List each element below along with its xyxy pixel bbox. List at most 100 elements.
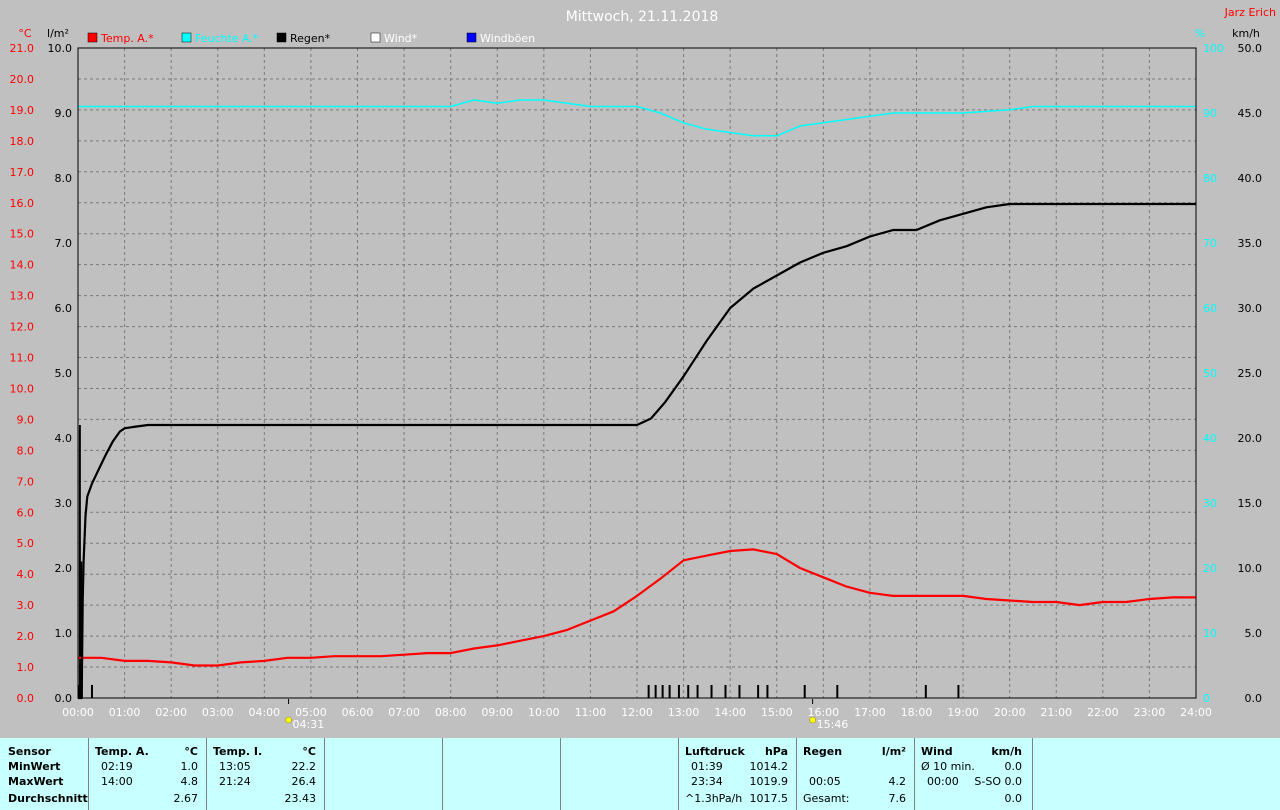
legend-swatch — [181, 32, 192, 43]
temp-tick-label: 0.0 — [17, 692, 35, 705]
panel-separator — [914, 738, 915, 810]
humidity-tick-label: 30 — [1203, 497, 1217, 510]
pressure-header: Luftdruck — [685, 745, 745, 758]
panel-separator — [88, 738, 89, 810]
temp-i-unit: °C — [302, 745, 316, 758]
wind-max-value: S-SO 0.0 — [974, 775, 1022, 788]
wind-tick-label: 50.0 — [1238, 42, 1263, 55]
rain-tick-label: 5.0 — [55, 367, 73, 380]
temp-a-max-value: 4.8 — [180, 775, 199, 788]
temp-tick-label: 17.0 — [10, 166, 35, 179]
legend-label: Temp. A.* — [100, 32, 154, 45]
wind-tick-label: 20.0 — [1238, 432, 1263, 445]
panel-separator — [678, 738, 679, 810]
humidity-tick-label: 40 — [1203, 432, 1217, 445]
temp-tick-label: 2.0 — [17, 630, 35, 643]
temp-a-min-time: 02:19 — [101, 760, 133, 773]
humidity-tick-label: 20 — [1203, 562, 1217, 575]
temp-i-header: Temp. I. — [213, 745, 263, 758]
rain-total-value: 7.6 — [888, 792, 907, 805]
temp-i-max-value: 26.4 — [291, 775, 317, 788]
legend-label: Wind* — [384, 32, 418, 45]
sun-marker-label: 15:46 — [817, 718, 849, 731]
rain-total-label: Gesamt: — [803, 792, 850, 805]
temp-tick-label: 18.0 — [10, 135, 35, 148]
pressure-max-value: 1019.9 — [749, 775, 789, 788]
pressure-trend: ^1.3hPa/h — [685, 792, 743, 805]
rain-tick-label: 7.0 — [55, 237, 73, 250]
temp-i-max-time: 21:24 — [219, 775, 251, 788]
row-label-avg: Durchschnitt — [8, 792, 88, 805]
temp-tick-label: 13.0 — [10, 290, 35, 303]
time-tick-label: 03:00 — [202, 706, 234, 719]
time-tick-label: 10:00 — [528, 706, 560, 719]
wind-tick-label: 0.0 — [1245, 692, 1263, 705]
time-tick-label: 12:00 — [621, 706, 653, 719]
wind-tick-label: 25.0 — [1238, 367, 1263, 380]
wind-unit: km/h — [991, 745, 1022, 758]
temp-tick-label: 10.0 — [10, 382, 35, 395]
temp-a-avg-value: 2.67 — [173, 792, 199, 805]
humidity-tick-label: 10 — [1203, 627, 1217, 640]
wind-tick-label: 5.0 — [1245, 627, 1263, 640]
rain-tick-label: 3.0 — [55, 497, 73, 510]
legend-label: Regen* — [290, 32, 331, 45]
humidity-tick-label: 60 — [1203, 302, 1217, 315]
sunrise-icon — [285, 716, 292, 724]
temp-tick-label: 7.0 — [17, 475, 35, 488]
time-tick-label: 24:00 — [1180, 706, 1212, 719]
pressure-unit: hPa — [764, 745, 788, 758]
legend-label: Windböen — [480, 32, 535, 45]
temp-tick-label: 5.0 — [17, 537, 35, 550]
temp-tick-label: 19.0 — [10, 104, 35, 117]
temp-tick-label: 15.0 — [10, 228, 35, 241]
panel-separator — [324, 738, 325, 810]
row-label-min: MinWert — [8, 760, 61, 773]
time-tick-label: 04:00 — [248, 706, 280, 719]
temp-i-min-value: 22.2 — [291, 760, 317, 773]
wind-tick-label: 15.0 — [1238, 497, 1263, 510]
row-label-max: MaxWert — [8, 775, 64, 788]
rain-axis-unit: l/m² — [47, 27, 69, 40]
temp-i-min-time: 13:05 — [219, 760, 251, 773]
rain-tick-label: 6.0 — [55, 302, 73, 315]
time-tick-label: 22:00 — [1087, 706, 1119, 719]
time-tick-label: 02:00 — [155, 706, 187, 719]
statistics-panel: Sensor MinWert MaxWert Durchschnitt Temp… — [0, 738, 1280, 810]
humidity-tick-label: 50 — [1203, 367, 1217, 380]
time-tick-label: 13:00 — [668, 706, 700, 719]
wind-tick-label: 30.0 — [1238, 302, 1263, 315]
time-tick-label: 11:00 — [575, 706, 607, 719]
temp-a-unit: °C — [184, 745, 198, 758]
chart-title: Mittwoch, 21.11.2018 — [566, 9, 719, 25]
rain-max-value: 4.2 — [888, 775, 907, 788]
time-tick-label: 15:00 — [761, 706, 793, 719]
temp-tick-label: 1.0 — [17, 661, 35, 674]
legend-swatch — [276, 32, 287, 43]
rain-tick-label: 2.0 — [55, 562, 73, 575]
temp-axis-unit: °C — [18, 27, 32, 40]
panel-separator — [560, 738, 561, 810]
temp-a-max-time: 14:00 — [101, 775, 133, 788]
wind-third-value: 0.0 — [1004, 792, 1023, 805]
time-tick-label: 00:00 — [62, 706, 94, 719]
legend-swatch — [466, 32, 477, 43]
panel-separator — [206, 738, 207, 810]
legend-label: Feuchte A.* — [195, 32, 259, 45]
time-tick-label: 09:00 — [481, 706, 513, 719]
temp-tick-label: 3.0 — [17, 599, 35, 612]
chart-background — [0, 0, 1280, 738]
temp-tick-label: 21.0 — [10, 42, 35, 55]
temp-tick-label: 9.0 — [17, 413, 35, 426]
temp-tick-label: 4.0 — [17, 568, 35, 581]
temp-a-header: Temp. A. — [95, 745, 149, 758]
sensor-header: Sensor — [8, 745, 51, 758]
rain-tick-label: 0.0 — [55, 692, 73, 705]
time-tick-label: 06:00 — [342, 706, 374, 719]
pressure-max-time: 23:34 — [691, 775, 723, 788]
rain-tick-label: 8.0 — [55, 172, 73, 185]
time-tick-label: 17:00 — [854, 706, 886, 719]
wind-tick-label: 10.0 — [1238, 562, 1263, 575]
wind-axis-unit: km/h — [1232, 27, 1260, 40]
temp-tick-label: 16.0 — [10, 197, 35, 210]
